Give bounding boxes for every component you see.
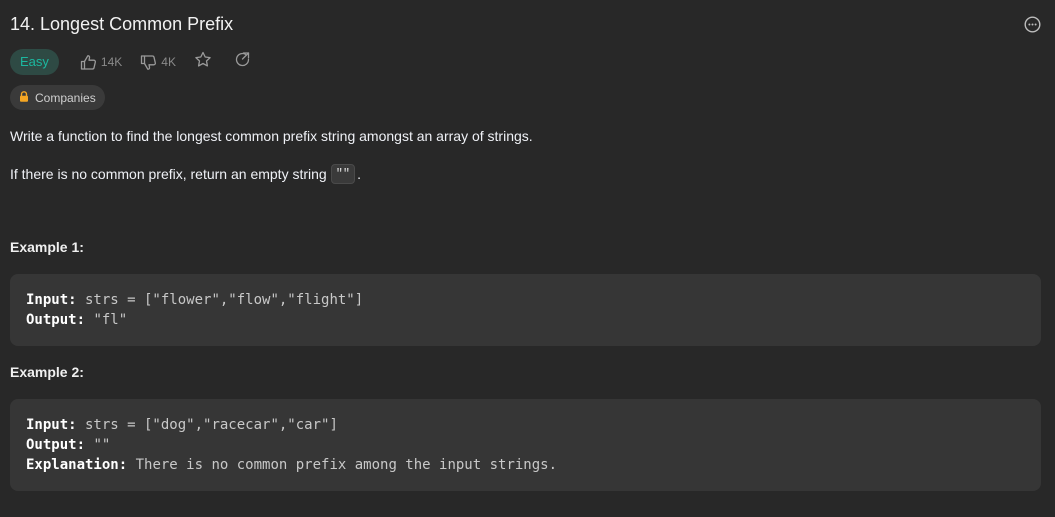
difficulty-badge: Easy [10, 49, 59, 75]
description-period: . [357, 166, 361, 182]
example-2-output-line: Output: "" [26, 435, 1025, 455]
title-row: 14. Longest Common Prefix [10, 12, 1041, 36]
thumbs-down-icon [140, 54, 157, 71]
explanation-value: There is no common prefix among the inpu… [127, 457, 558, 473]
example-1-block: Input: strs = ["flower","flow","flight"]… [10, 274, 1041, 346]
example-1-input-line: Input: strs = ["flower","flow","flight"] [26, 290, 1025, 310]
like-count: 14K [100, 55, 123, 69]
output-value: "" [85, 437, 111, 453]
more-options-icon[interactable] [1023, 15, 1041, 33]
example-2-explanation-line: Explanation: There is no common prefix a… [26, 455, 1025, 475]
star-icon [194, 51, 212, 73]
input-value: strs = ["flower","flow","flight"] [76, 292, 364, 308]
problem-meta-row: Easy 14K 4K [10, 49, 273, 75]
thumbs-up-icon [80, 54, 97, 71]
companies-tag[interactable]: Companies [10, 85, 105, 110]
dislike-button[interactable]: 4K [140, 54, 176, 71]
example-2-input-line: Input: strs = ["dog","racecar","car"] [26, 415, 1025, 435]
input-label: Input: [26, 292, 77, 308]
input-label: Input: [26, 417, 77, 433]
example-2-block: Input: strs = ["dog","racecar","car"] Ou… [10, 399, 1041, 491]
output-label: Output: [26, 437, 86, 453]
lock-icon [19, 90, 29, 105]
example-1-output-line: Output: "fl" [26, 310, 1025, 330]
problem-description-panel: 14. Longest Common Prefix Easy 14K 4K Co… [0, 0, 1055, 517]
description-text: If there is no common prefix, return an … [10, 166, 327, 182]
problem-title[interactable]: 14. Longest Common Prefix [10, 12, 233, 36]
explanation-label: Explanation: [26, 457, 128, 473]
output-value: "fl" [85, 312, 128, 328]
like-button[interactable]: 14K [80, 54, 122, 71]
favorite-button[interactable] [194, 51, 212, 73]
description-paragraph-1: Write a function to find the longest com… [10, 128, 533, 144]
description-paragraph-2: If there is no common prefix, return an … [10, 164, 361, 184]
input-value: strs = ["dog","racecar","car"] [76, 417, 338, 433]
example-1-heading: Example 1: [10, 239, 84, 255]
share-button[interactable] [234, 51, 251, 73]
example-2-heading: Example 2: [10, 364, 84, 380]
inline-code-empty-string: "" [330, 164, 356, 184]
companies-label: Companies [35, 90, 96, 105]
share-icon [234, 51, 251, 73]
dislike-count: 4K [161, 55, 176, 69]
output-label: Output: [26, 312, 86, 328]
